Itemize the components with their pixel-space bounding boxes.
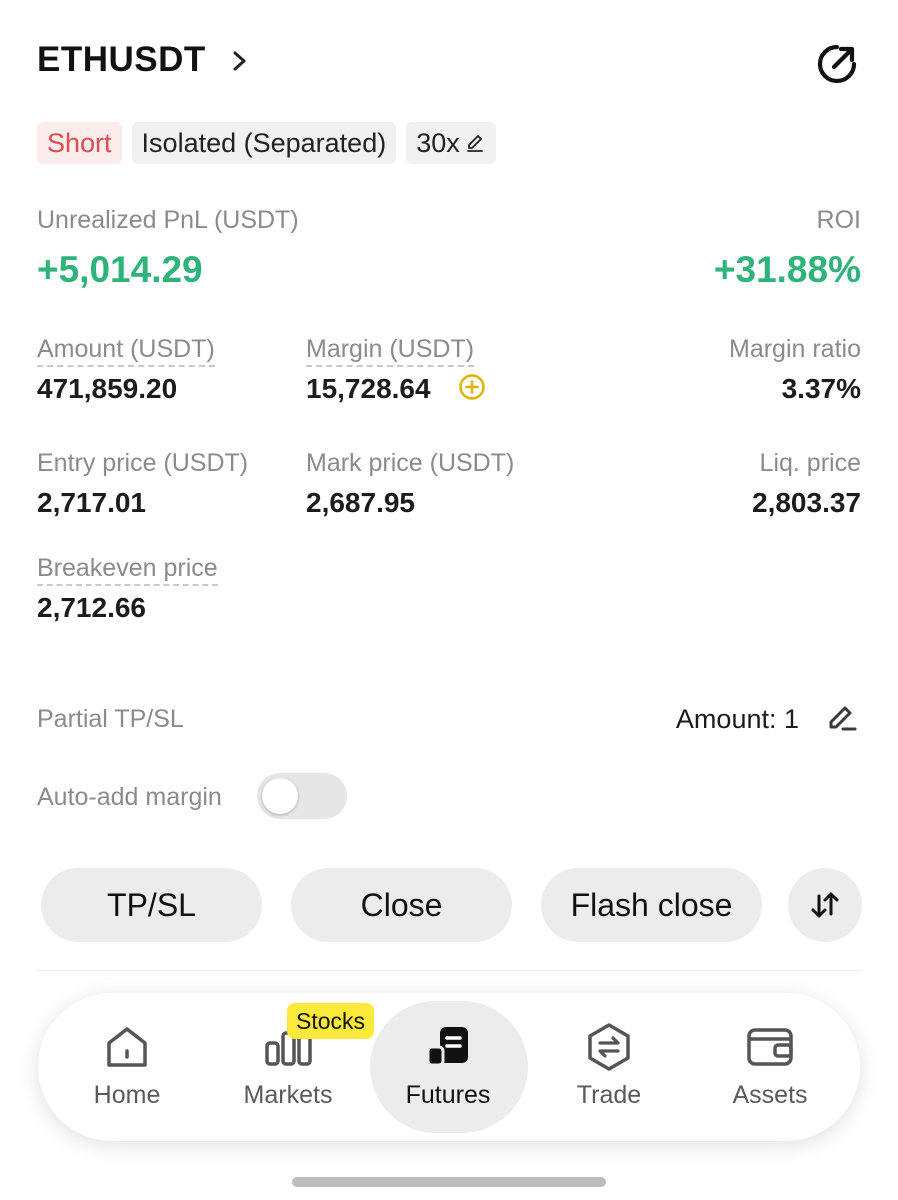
pencil-icon [466, 135, 483, 152]
swap-arrows-icon [811, 892, 839, 918]
tpsl-button[interactable]: TP/SL [41, 868, 262, 942]
amount-label[interactable]: Amount (USDT) [37, 335, 215, 367]
margin-ratio-label: Margin ratio [729, 335, 861, 363]
tab-assets-label: Assets [732, 1081, 808, 1109]
wallet-icon [747, 1028, 793, 1066]
edit-icon[interactable] [825, 702, 859, 736]
unrealized-pnl-label: Unrealized PnL (USDT) [37, 206, 299, 234]
roi-label: ROI [816, 206, 861, 234]
leverage-badge[interactable]: 30x [406, 122, 496, 164]
home-indicator [292, 1177, 606, 1187]
tab-assets[interactable]: Assets [690, 993, 850, 1141]
liq-price-label: Liq. price [759, 449, 861, 477]
home-icon [107, 1027, 147, 1067]
tab-home[interactable]: Home [47, 993, 207, 1141]
bottom-tab-bar: Home Markets Futures Trade Assets [38, 993, 860, 1141]
toggle-knob [262, 778, 298, 814]
flash-close-button[interactable]: Flash close [541, 868, 762, 942]
leverage-value: 30x [416, 128, 460, 158]
entry-price-value: 2,717.01 [37, 487, 146, 518]
partial-tpsl-row: Partial TP/SL Amount: 1 [37, 702, 861, 738]
side-badge: Short [37, 122, 122, 164]
stocks-badge[interactable]: Stocks [287, 1003, 375, 1039]
position-tags: Short Isolated (Separated) 30x [37, 122, 496, 164]
breakeven-price-value: 2,712.66 [37, 592, 146, 623]
margin-label[interactable]: Margin (USDT) [306, 335, 475, 367]
trade-icon [588, 1023, 630, 1071]
divider [37, 970, 861, 971]
tab-futures[interactable]: Futures [368, 993, 528, 1141]
auto-add-margin-label: Auto-add margin [37, 783, 222, 811]
margin-value: 15,728.64 [306, 373, 431, 404]
close-button[interactable]: Close [291, 868, 512, 942]
unrealized-pnl-value: +5,014.29 [37, 249, 203, 290]
tab-home-label: Home [93, 1081, 161, 1109]
amount-value: 471,859.20 [37, 373, 178, 404]
chevron-right-icon[interactable] [229, 44, 251, 78]
position-header: ETHUSDT [37, 36, 861, 92]
auto-add-margin-toggle[interactable] [257, 773, 347, 819]
breakeven-price-label[interactable]: Breakeven price [37, 554, 218, 586]
reverse-position-button[interactable] [788, 868, 862, 942]
entry-price-label: Entry price (USDT) [37, 449, 249, 477]
margin-ratio-value: 3.37% [781, 373, 861, 404]
trading-pair-title[interactable]: ETHUSDT [37, 40, 206, 80]
tab-trade-label: Trade [576, 1081, 642, 1109]
partial-tpsl-amount: Amount: 1 [675, 704, 799, 734]
margin-mode-badge: Isolated (Separated) [131, 122, 397, 164]
mark-price-value: 2,687.95 [306, 487, 415, 518]
mark-price-label: Mark price (USDT) [306, 449, 515, 477]
futures-icon [426, 1027, 468, 1067]
tab-trade[interactable]: Trade [529, 993, 689, 1141]
roi-value: +31.88% [713, 249, 861, 290]
add-margin-icon[interactable] [458, 373, 486, 401]
tab-futures-label: Futures [405, 1081, 491, 1109]
tab-markets-label: Markets [243, 1081, 333, 1109]
liq-price-value: 2,803.37 [752, 487, 861, 518]
partial-tpsl-label: Partial TP/SL [37, 705, 184, 733]
share-icon[interactable] [813, 40, 861, 88]
